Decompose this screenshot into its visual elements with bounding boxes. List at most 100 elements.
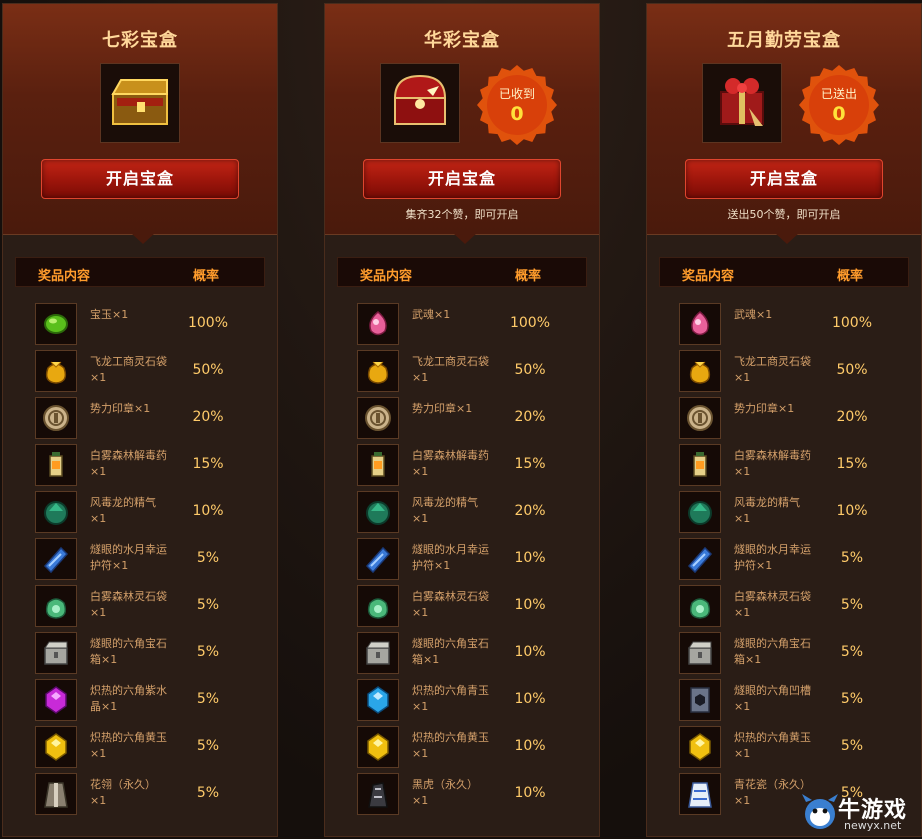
prize-row: 势力印章×1 20% [679,397,915,443]
prize-name: 炽热的六角紫水晶×1 [90,684,167,713]
treasure-box-card: 五月勤劳宝盒 已送出 0 开启宝盒 送出50个赞，即可开启 奖品内容 概率 武魂×1 100% 飞… [646,3,922,837]
prize-probability: 10% [514,597,546,613]
badge-count: 0 [510,103,524,125]
prize-name: 白雾森林灵石袋×1 [412,590,489,619]
chest-image-frame [100,63,180,143]
prize-name: 燧眼的水月幸运护符×1 [412,543,489,572]
open-box-button[interactable]: 开启宝盒 [41,159,239,199]
prize-name: 白雾森林解毒药×1 [734,449,811,478]
prize-row: 花翎（永久）×1 5% [35,773,271,819]
gold-pouch-icon[interactable] [679,350,721,392]
yellow-topaz-icon[interactable] [35,726,77,768]
porcelain-outfit-icon[interactable] [679,773,721,815]
dragon-essence-icon[interactable] [357,491,399,533]
open-box-button[interactable]: 开启宝盒 [685,159,883,199]
prize-row: 燧眼的水月幸运护符×1 5% [679,538,915,584]
prize-row: 炽热的六角青玉×1 10% [357,679,593,725]
prize-name: 白雾森林解毒药×1 [412,449,489,478]
prize-name: 燧眼的六角凹槽×1 [734,684,811,713]
prize-row: 风毒龙的精气×1 10% [679,491,915,537]
prize-row: 白雾森林解毒药×1 15% [357,444,593,490]
column-prize-content: 奖品内容 [682,269,735,284]
chest-image-frame [702,63,782,143]
chest-image-frame [380,63,460,143]
prize-row: 飞龙工商灵石袋×1 50% [35,350,271,396]
green-pouch-icon[interactable] [35,585,77,627]
black-tiger-icon[interactable] [357,773,399,815]
gold-pouch-icon[interactable] [35,350,77,392]
count-badge: 已送出 0 [799,65,879,145]
prize-row: 势力印章×1 20% [35,397,271,443]
prize-row: 炽热的六角黄玉×1 10% [357,726,593,772]
yellow-topaz-icon[interactable] [679,726,721,768]
gem-box-icon[interactable] [357,632,399,674]
purple-crystal-icon[interactable] [35,679,77,721]
prize-name: 燧眼的水月幸运护符×1 [90,543,167,572]
prize-row: 风毒龙的精气×1 20% [357,491,593,537]
green-pouch-icon[interactable] [679,585,721,627]
prize-name: 黑虎（永久）×1 [412,778,478,807]
gem-box-icon[interactable] [35,632,77,674]
watermark-url: newyx.net [844,819,902,832]
prize-probability: 5% [196,597,220,613]
prize-name: 炽热的六角青玉×1 [412,684,489,713]
prize-probability: 5% [196,785,220,801]
prize-name: 炽热的六角黄玉×1 [412,731,489,760]
prize-row: 白雾森林解毒药×1 15% [679,444,915,490]
count-badge: 已收到 0 [477,65,557,145]
blue-charm-icon[interactable] [679,538,721,580]
column-prize-content: 奖品内容 [360,269,413,284]
prize-row: 宝玉×1 100% [35,303,271,349]
prize-row: 炽热的六角紫水晶×1 5% [35,679,271,725]
header-notch [453,233,477,244]
prize-probability: 5% [840,691,864,707]
lantern-potion-icon[interactable] [357,444,399,486]
gold-pouch-icon[interactable] [357,350,399,392]
prize-row: 燧眼的六角宝石箱×1 10% [357,632,593,678]
blue-sapphire-icon[interactable] [357,679,399,721]
prize-row: 黑虎（永久）×1 10% [357,773,593,819]
header-notch [775,233,799,244]
header-notch [131,233,155,244]
prize-probability: 10% [836,503,868,519]
prize-probability: 10% [192,503,224,519]
prize-table-header: 奖品内容 概率 [659,257,909,287]
green-jade-icon[interactable] [35,303,77,345]
column-prize-content: 奖品内容 [38,269,91,284]
pink-soul-icon[interactable] [679,303,721,345]
prize-row: 炽热的六角黄玉×1 5% [679,726,915,772]
badge-count: 0 [832,103,846,125]
prize-name: 燧眼的六角宝石箱×1 [412,637,489,666]
outfit-icon[interactable] [35,773,77,815]
dragon-essence-icon[interactable] [679,491,721,533]
prize-row: 燧眼的水月幸运护符×1 5% [35,538,271,584]
lantern-potion-icon[interactable] [679,444,721,486]
prize-name: 炽热的六角黄玉×1 [734,731,811,760]
prize-row: 燧眼的六角宝石箱×1 5% [679,632,915,678]
prize-name: 势力印章×1 [734,402,795,415]
yellow-topaz-icon[interactable] [357,726,399,768]
socket-icon[interactable] [679,679,721,721]
prize-probability: 5% [840,644,864,660]
seal-icon[interactable] [35,397,77,439]
blue-charm-icon[interactable] [357,538,399,580]
seal-icon[interactable] [357,397,399,439]
prize-probability: 5% [840,550,864,566]
badge-label: 已送出 [820,87,857,101]
dragon-essence-icon[interactable] [35,491,77,533]
prize-probability: 20% [836,409,868,425]
seal-icon[interactable] [679,397,721,439]
gem-box-icon[interactable] [679,632,721,674]
blue-charm-icon[interactable] [35,538,77,580]
open-box-button[interactable]: 开启宝盒 [363,159,561,199]
green-pouch-icon[interactable] [357,585,399,627]
prize-row: 白雾森林解毒药×1 15% [35,444,271,490]
golden-chest-icon [107,68,173,138]
pink-soul-icon[interactable] [357,303,399,345]
lantern-potion-icon[interactable] [35,444,77,486]
column-probability: 概率 [193,269,220,284]
prize-probability: 10% [514,738,546,754]
site-watermark: 牛游戏 newyx.net [800,790,918,835]
treasure-box-card: 七彩宝盒 开启宝盒 奖品内容 概率 宝玉×1 100% 飞龙工商灵石袋×1 50% 势力印章×1… [2,3,278,837]
prize-row: 武魂×1 100% [357,303,593,349]
